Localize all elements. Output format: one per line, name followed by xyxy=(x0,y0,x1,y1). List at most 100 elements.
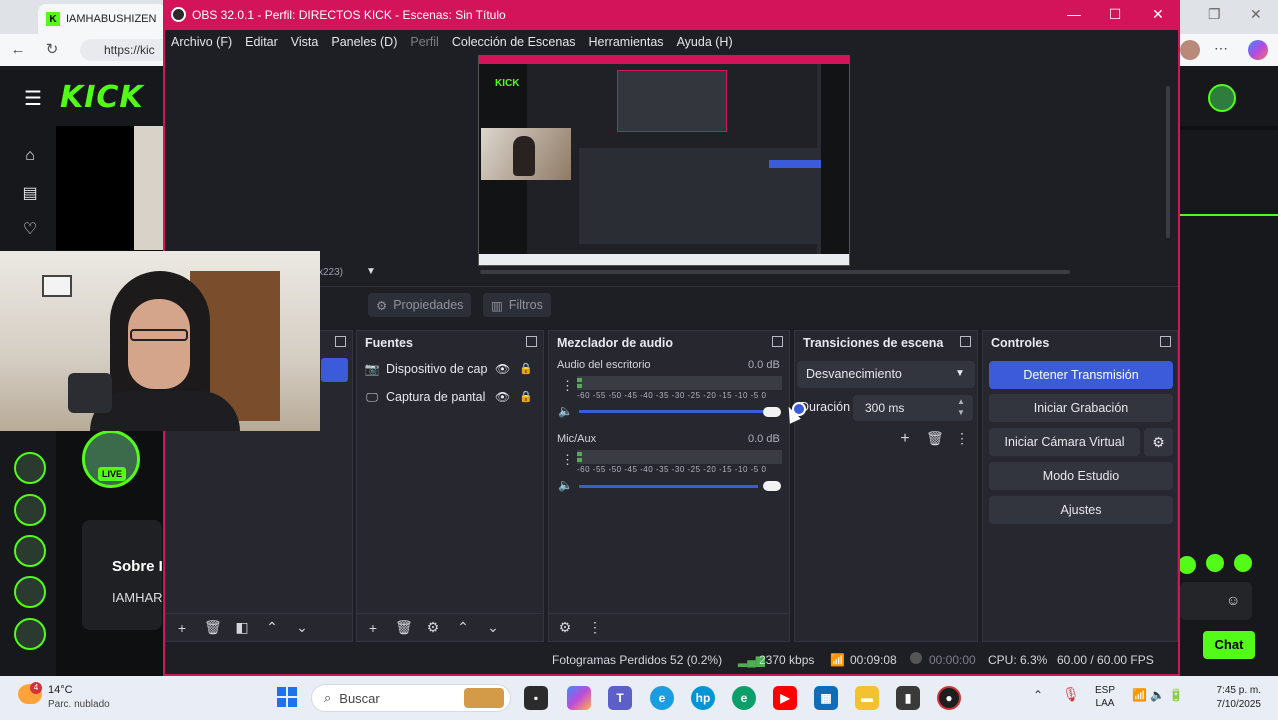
speaker-icon[interactable]: 🔈 xyxy=(558,404,574,418)
menu-archivo[interactable]: Archivo (F) xyxy=(171,35,232,49)
properties-button[interactable]: ⚙ Propiedades xyxy=(368,293,472,317)
stop-streaming-button[interactable]: Detener Transmisión xyxy=(989,361,1173,389)
menu-coleccion-escenas[interactable]: Colección de Escenas xyxy=(452,35,576,49)
spin-arrows-icon[interactable]: ▲ ▼ xyxy=(957,396,965,418)
reload-icon[interactable]: ↻ xyxy=(42,40,62,60)
source-item[interactable]: 🖵 Captura de pantal xyxy=(364,384,485,410)
profile-avatar[interactable] xyxy=(1180,40,1200,60)
move-up-icon[interactable]: ⌃ xyxy=(264,619,280,636)
preview-dropdown-icon[interactable]: ▼ xyxy=(366,266,376,277)
store-icon[interactable]: ▦ xyxy=(814,686,838,710)
file-explorer-icon[interactable]: ▬ xyxy=(855,686,879,710)
channel-menu-icon[interactable]: ⋮ xyxy=(561,452,574,468)
remove-scene-icon[interactable]: 🗑 xyxy=(204,619,222,636)
menu-herramientas[interactable]: Herramientas xyxy=(589,35,664,49)
virtual-camera-settings-icon[interactable]: ⚙ xyxy=(1144,428,1173,456)
menu-ayuda[interactable]: Ayuda (H) xyxy=(677,35,733,49)
visibility-eye-icon[interactable]: 👁 xyxy=(495,390,510,404)
preview-scrollbar-vertical[interactable] xyxy=(1166,86,1170,238)
chevron-down-icon[interactable]: ▼ xyxy=(955,368,965,379)
video-player[interactable] xyxy=(56,126,134,250)
task-view-icon[interactable]: ▪ xyxy=(524,686,548,710)
mixer-menu-icon[interactable]: ⋮ xyxy=(587,619,603,636)
menu-paneles[interactable]: Paneles (D) xyxy=(331,35,397,49)
add-source-icon[interactable]: + xyxy=(365,620,381,636)
copilot-icon[interactable] xyxy=(1248,40,1268,60)
preview-canvas[interactable]: KICK xyxy=(478,55,850,266)
minimize-icon[interactable]: — xyxy=(1064,6,1084,22)
copilot-app-icon[interactable] xyxy=(567,686,591,710)
duration-spinbox[interactable]: 300 ms xyxy=(853,395,973,421)
volume-slider[interactable] xyxy=(579,410,768,413)
dock-float-icon[interactable] xyxy=(960,336,971,347)
emote-icon[interactable] xyxy=(1178,556,1196,574)
following-icon[interactable]: ♡ xyxy=(18,218,42,242)
channel-avatar[interactable] xyxy=(14,618,46,650)
speaker-icon[interactable]: 🔈 xyxy=(558,478,574,492)
dock-float-icon[interactable] xyxy=(526,336,537,347)
weather-temperature[interactable]: 14°C xyxy=(48,684,73,696)
remove-source-icon[interactable]: 🗑 xyxy=(395,619,413,636)
language-indicator[interactable]: ESP LAA xyxy=(1095,684,1115,710)
browse-icon[interactable]: ▤ xyxy=(18,182,42,206)
microphone-icon[interactable]: 🎙 xyxy=(1062,686,1080,703)
settings-button[interactable]: Ajustes xyxy=(989,496,1173,524)
browser-restore-icon[interactable]: ❐ xyxy=(1208,6,1221,23)
channel-avatar[interactable] xyxy=(14,576,46,608)
user-avatar[interactable] xyxy=(1208,84,1236,112)
dock-float-icon[interactable] xyxy=(772,336,783,347)
weather-description[interactable]: Parc. nublado xyxy=(48,699,110,710)
lock-icon[interactable]: 🔒 xyxy=(519,390,533,403)
transition-menu-icon[interactable]: ⋮ xyxy=(954,430,970,447)
dock-float-icon[interactable] xyxy=(335,336,346,347)
emote-icon[interactable] xyxy=(1234,554,1252,572)
channel-avatar[interactable] xyxy=(14,535,46,567)
lock-icon[interactable]: 🔒 xyxy=(519,362,533,375)
obs-taskbar-icon[interactable]: ● xyxy=(937,686,961,710)
channel-avatar[interactable] xyxy=(14,452,46,484)
chat-input[interactable] xyxy=(1180,582,1252,620)
volume-slider-handle[interactable] xyxy=(763,481,781,491)
move-down-icon[interactable]: ⌄ xyxy=(485,619,501,636)
address-bar[interactable]: https://kic xyxy=(80,39,170,61)
chat-send-button[interactable]: Chat xyxy=(1203,631,1255,659)
back-icon[interactable]: ← xyxy=(8,40,28,60)
move-up-icon[interactable]: ⌃ xyxy=(455,619,471,636)
hamburger-icon[interactable]: ☰ xyxy=(24,86,42,111)
volume-slider[interactable] xyxy=(579,485,758,488)
emote-icon[interactable] xyxy=(1206,554,1224,572)
add-scene-icon[interactable]: + xyxy=(174,620,190,636)
menu-editar[interactable]: Editar xyxy=(245,35,278,49)
maximize-icon[interactable]: ☐ xyxy=(1105,6,1125,23)
browser-tab[interactable]: K IAMHABUSHIZEN xyxy=(38,4,166,34)
emoji-icon[interactable]: ☺ xyxy=(1226,592,1240,608)
edge-icon[interactable]: e xyxy=(650,686,674,710)
channel-menu-icon[interactable]: ⋮ xyxy=(561,378,574,394)
menu-perfil[interactable]: Perfil xyxy=(410,35,438,49)
home-icon[interactable]: ⌂ xyxy=(18,144,42,168)
youtube-icon[interactable]: ▶ xyxy=(773,686,797,710)
teams-icon[interactable]: T xyxy=(608,686,632,710)
volume-slider-handle[interactable] xyxy=(763,407,781,417)
source-properties-icon[interactable]: ⚙ xyxy=(425,619,441,636)
more-menu-icon[interactable]: ⋯ xyxy=(1214,40,1228,57)
transition-select[interactable]: Desvanecimiento xyxy=(797,361,975,388)
studio-mode-button[interactable]: Modo Estudio xyxy=(989,462,1173,490)
start-button[interactable] xyxy=(277,687,297,707)
add-transition-icon[interactable]: + xyxy=(897,430,913,448)
channel-avatar[interactable] xyxy=(14,494,46,526)
visibility-eye-icon[interactable]: 👁 xyxy=(495,362,510,376)
browser-close-icon[interactable]: ✕ xyxy=(1250,6,1262,23)
source-item[interactable]: 📷 Dispositivo de cap xyxy=(364,356,488,382)
filters-button[interactable]: ▥ Filtros xyxy=(483,293,551,317)
advanced-audio-icon[interactable]: ⚙ xyxy=(557,619,573,636)
remove-transition-icon[interactable]: 🗑 xyxy=(926,430,944,447)
dock-float-icon[interactable] xyxy=(1160,336,1171,347)
preview-scrollbar-horizontal[interactable] xyxy=(480,270,1070,274)
menu-vista[interactable]: Vista xyxy=(291,35,319,49)
kick-logo[interactable]: KICK xyxy=(60,80,144,115)
start-virtual-camera-button[interactable]: Iniciar Cámara Virtual xyxy=(989,428,1140,456)
start-recording-button[interactable]: Iniciar Grabación xyxy=(989,394,1173,422)
scene-item-selected[interactable] xyxy=(321,358,348,382)
hp-icon[interactable]: hp xyxy=(691,686,715,710)
